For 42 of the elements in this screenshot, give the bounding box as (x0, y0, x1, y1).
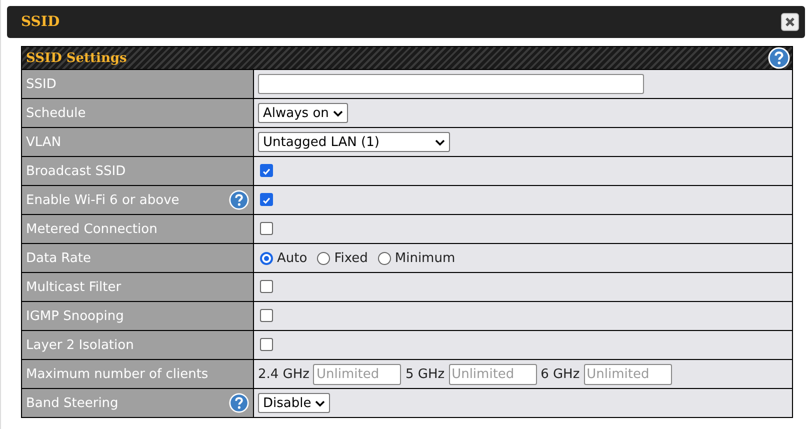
close-button[interactable] (781, 13, 799, 31)
field-label: Schedule (26, 106, 86, 120)
radio-label: Fixed (334, 250, 368, 266)
field-label: Metered Connection (26, 222, 158, 236)
field-label: Multicast Filter (26, 280, 122, 294)
field-label: Band Steering (26, 396, 118, 410)
dropdown[interactable]: Always on (258, 103, 348, 123)
band-label: 5 GHz (405, 366, 445, 382)
band-label: 2.4 GHz (258, 366, 310, 382)
radio-label: Auto (277, 250, 308, 266)
field-label: Layer 2 Isolation (26, 338, 134, 352)
close-icon (785, 17, 795, 27)
radio-button[interactable] (260, 252, 273, 264)
field-label: Broadcast SSID (26, 164, 126, 178)
dropdown[interactable]: Untagged LAN (1) (258, 132, 450, 152)
field-label: IGMP Snooping (26, 308, 124, 324)
field-label: Maximum number of clients (26, 366, 208, 382)
band-label: 6 GHz (540, 366, 580, 382)
field-label: Data Rate (26, 250, 91, 266)
client-limit-field[interactable]: Unlimited (313, 364, 402, 384)
dropdown[interactable]: Disable (258, 393, 330, 413)
ssid-input[interactable] (258, 74, 644, 94)
radio-button[interactable] (378, 252, 391, 264)
caret-icon (332, 110, 343, 116)
checkbox[interactable] (260, 222, 273, 236)
checkbox[interactable] (260, 280, 273, 294)
radio-button[interactable] (317, 252, 330, 264)
field-label: Enable Wi-Fi 6 or above (26, 192, 180, 208)
checkbox[interactable] (260, 164, 273, 178)
field-label: VLAN (26, 134, 62, 150)
caret-icon (435, 138, 445, 146)
caret-icon (315, 400, 326, 406)
checkbox[interactable] (260, 338, 273, 352)
field-label: SSID (26, 76, 56, 92)
client-limit-field[interactable]: Unlimited (448, 364, 537, 384)
help-icon[interactable] (768, 47, 790, 69)
checkbox[interactable] (260, 193, 273, 206)
checkbox[interactable] (260, 309, 273, 322)
window-title: SSID (21, 14, 60, 30)
radio-label: Minimum (394, 250, 456, 266)
section-title: SSID Settings (26, 50, 127, 66)
client-limit-field[interactable]: Unlimited (584, 364, 672, 384)
